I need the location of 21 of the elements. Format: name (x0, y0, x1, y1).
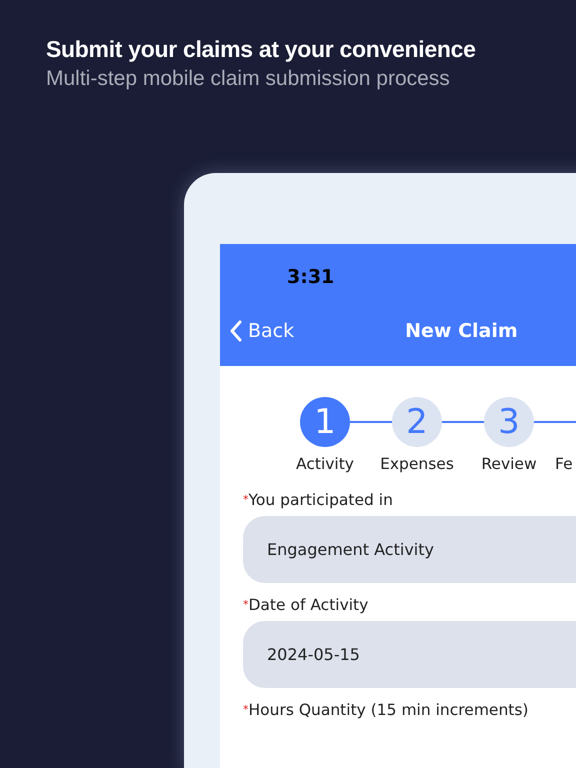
subheadline: Multi-step mobile claim submission process (46, 66, 451, 92)
step-circle[interactable]: 1 (300, 397, 350, 447)
screen-title: New Claim (405, 320, 518, 342)
input-field[interactable]: 2024-05-15 (243, 621, 576, 688)
step-circle[interactable]: 2 (392, 397, 442, 447)
field-label: *You participated in (243, 490, 394, 510)
field-label: *Date of Activity (243, 595, 370, 615)
required-mark: * (243, 598, 248, 611)
step-label: Expenses (379, 455, 455, 473)
step-label: Review (480, 455, 538, 473)
chevron-left-icon (229, 320, 242, 342)
required-mark: * (243, 703, 248, 716)
step-circle[interactable]: 3 (484, 397, 534, 447)
step-label: Fe (555, 455, 573, 473)
input-field[interactable]: Engagement Activity (243, 516, 576, 583)
required-mark: * (243, 493, 248, 506)
headline: Submit your claims at your convenience (46, 35, 477, 64)
field-label: *Hours Quantity (15 min increments) (243, 700, 530, 720)
step-label: Activity (295, 455, 355, 473)
back-button[interactable]: Back (229, 320, 294, 342)
status-time: 3:31 (287, 266, 334, 288)
